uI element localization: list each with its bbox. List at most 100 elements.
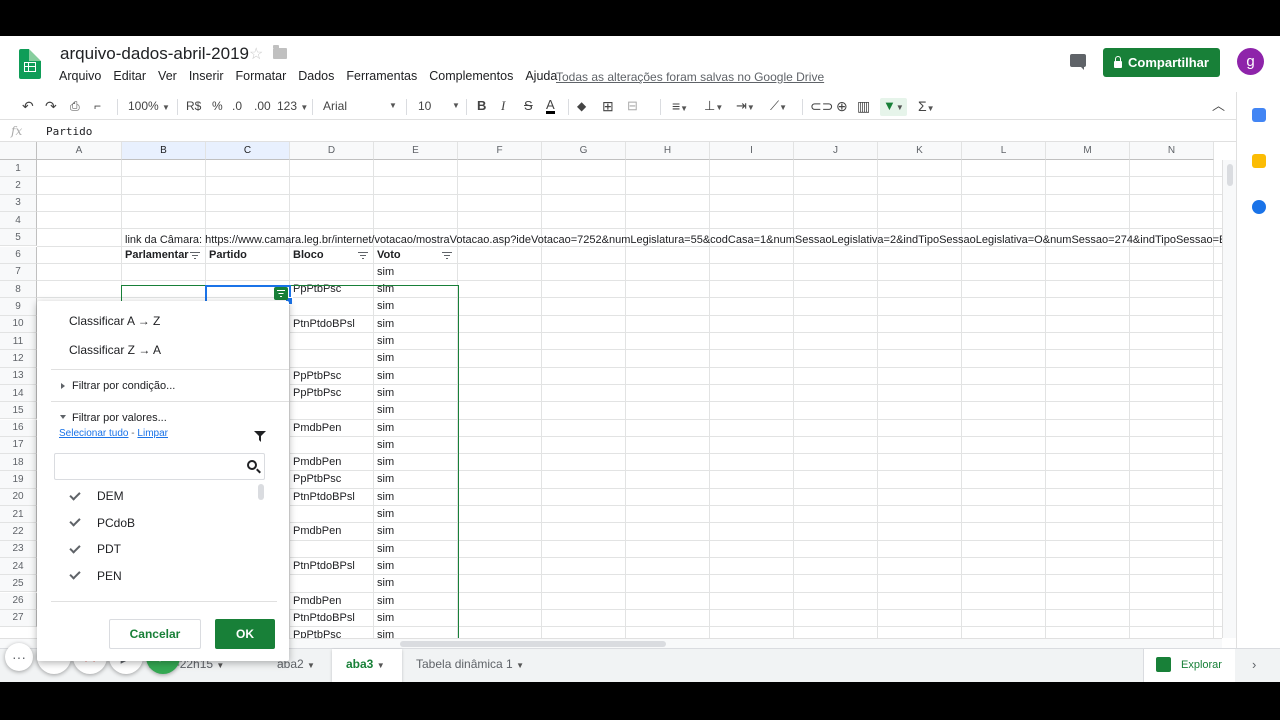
voto-cell[interactable]: sim <box>374 298 394 315</box>
insert-comment-icon[interactable]: ⊕ <box>836 98 848 114</box>
vertical-scrollbar[interactable] <box>1222 160 1236 638</box>
header-bloco[interactable]: Bloco <box>290 247 324 264</box>
redo-icon[interactable]: ↷ <box>45 98 57 114</box>
text-color-button[interactable]: A <box>546 98 555 114</box>
menu-dados[interactable]: Dados <box>298 69 334 83</box>
voto-cell[interactable]: sim <box>374 264 394 281</box>
column-header-d[interactable]: D <box>290 142 374 160</box>
currency-format-button[interactable]: R$ <box>186 98 201 114</box>
filter-by-values[interactable]: Filtrar por valores... <box>72 412 167 424</box>
voto-cell[interactable]: sim <box>374 523 394 540</box>
bloco-cell[interactable]: PmdbPen <box>290 523 341 540</box>
partido-filter-button[interactable] <box>274 287 288 300</box>
column-header-g[interactable]: G <box>542 142 626 160</box>
voto-cell[interactable]: sim <box>374 333 394 350</box>
bloco-cell[interactable]: PpPtbPsc <box>290 368 341 385</box>
link-cell[interactable]: link da Câmara: https://www.camara.leg.b… <box>125 234 1222 246</box>
column-header-k[interactable]: K <box>878 142 962 160</box>
voto-cell[interactable]: sim <box>374 627 394 638</box>
row-header-1[interactable]: 1 <box>0 160 37 178</box>
bloco-cell[interactable]: PtnPtdoBPsl <box>290 610 355 627</box>
fill-color-icon[interactable]: ◆ <box>577 98 586 114</box>
cancel-button[interactable]: Cancelar <box>109 619 201 649</box>
row-header-11[interactable]: 11 <box>0 333 37 351</box>
font-family-select[interactable]: Arial ▼ <box>323 98 398 114</box>
row-header-19[interactable]: 19 <box>0 471 37 489</box>
row-header-16[interactable]: 16 <box>0 419 37 437</box>
menu-arquivo[interactable]: Arquivo <box>59 69 101 83</box>
bloco-cell[interactable]: PmdbPen <box>290 593 341 610</box>
voto-cell[interactable]: sim <box>374 402 394 419</box>
menu-complementos[interactable]: Complementos <box>429 69 513 83</box>
tab-aba3[interactable]: aba3 ▼ <box>346 657 385 671</box>
text-rotation-icon[interactable]: ⟋▼ <box>770 98 787 116</box>
row-header-2[interactable]: 2 <box>0 177 37 195</box>
voto-cell[interactable]: sim <box>374 420 394 437</box>
column-header-j[interactable]: J <box>794 142 878 160</box>
row-header-5[interactable]: 5 <box>0 229 37 247</box>
zoom-select[interactable]: 100% ▼ <box>128 98 170 116</box>
voto-cell[interactable]: sim <box>374 350 394 367</box>
avatar[interactable]: g <box>1237 48 1264 75</box>
bloco-cell[interactable]: PpPtbPsc <box>290 281 341 298</box>
bloco-cell[interactable]: PtnPtdoBPsl <box>290 489 355 506</box>
comments-icon[interactable] <box>1070 54 1086 70</box>
calendar-icon[interactable] <box>1252 108 1266 122</box>
tasks-icon[interactable] <box>1252 200 1266 214</box>
link-icon[interactable]: ⊂⊃ <box>810 98 833 114</box>
row-header-18[interactable]: 18 <box>0 454 37 472</box>
voto-cell[interactable]: sim <box>374 385 394 402</box>
row-header-25[interactable]: 25 <box>0 575 37 593</box>
text-wrap-icon[interactable]: ⇥▼ <box>736 98 755 116</box>
voto-cell[interactable]: sim <box>374 437 394 454</box>
voto-cell[interactable]: sim <box>374 610 394 627</box>
voto-cell[interactable]: sim <box>374 506 394 523</box>
column-header-l[interactable]: L <box>962 142 1046 160</box>
row-header-14[interactable]: 14 <box>0 384 37 403</box>
column-header-m[interactable]: M <box>1046 142 1130 160</box>
italic-button[interactable]: I <box>501 98 505 114</box>
bloco-cell[interactable]: PmdbPen <box>290 454 341 471</box>
row-header-10[interactable]: 10 <box>0 315 37 333</box>
bloco-cell[interactable]: PpPtbPsc <box>290 471 341 488</box>
bloco-cell[interactable]: PtnPtdoBPsl <box>290 316 355 333</box>
folder-icon[interactable] <box>273 45 287 59</box>
row-header-23[interactable]: 23 <box>0 540 37 558</box>
keep-icon[interactable] <box>1252 154 1266 168</box>
voto-cell[interactable]: sim <box>374 471 394 488</box>
list-scrollbar[interactable] <box>258 484 264 500</box>
voto-cell[interactable]: sim <box>374 281 394 298</box>
vertical-align-icon[interactable]: ⊥▼ <box>704 98 723 116</box>
filter-icon[interactable]: ▼▼ <box>880 98 907 116</box>
formula-input[interactable]: Partido <box>46 125 92 138</box>
row-header-4[interactable]: 4 <box>0 211 37 230</box>
increase-decimal-button[interactable]: .00 <box>254 98 271 114</box>
values-search-input[interactable] <box>54 453 265 480</box>
column-header-a[interactable]: A <box>37 142 122 160</box>
merge-cells-icon[interactable]: ⊟ <box>627 98 638 114</box>
select-all-corner[interactable] <box>0 142 37 160</box>
row-header-7[interactable]: 7 <box>0 263 37 282</box>
clear-link[interactable]: Limpar <box>137 428 168 439</box>
row-header-6[interactable]: 6 <box>0 246 37 264</box>
voto-cell[interactable]: sim <box>374 316 394 333</box>
voto-cell[interactable]: sim <box>374 575 394 592</box>
menu-formatar[interactable]: Formatar <box>236 69 287 83</box>
tab-tabela-dinamica-1[interactable]: Tabela dinâmica 1 ▼ <box>416 657 524 671</box>
row-header-22[interactable]: 22 <box>0 523 37 541</box>
select-all-link[interactable]: Selecionar tudo <box>59 428 129 439</box>
ok-button[interactable]: OK <box>215 619 275 649</box>
voto-cell[interactable]: sim <box>374 489 394 506</box>
collapse-toolbar-icon[interactable]: ︿ <box>1212 98 1225 114</box>
bloco-cell[interactable]: PtnPtdoBPsl <box>290 558 355 575</box>
menu-ferramentas[interactable]: Ferramentas <box>346 69 417 83</box>
row-header-21[interactable]: 21 <box>0 506 37 524</box>
row-header-26[interactable]: 26 <box>0 592 37 610</box>
menu-ajuda[interactable]: Ajuda <box>525 69 557 83</box>
decrease-decimal-button[interactable]: .0 <box>232 98 242 114</box>
menu-ver[interactable]: Ver <box>158 69 177 83</box>
row-header-9[interactable]: 9 <box>0 298 37 316</box>
bold-button[interactable]: B <box>477 98 486 114</box>
header-partido[interactable]: Partido <box>206 247 247 264</box>
explore-button[interactable]: Explorar <box>1143 649 1235 682</box>
